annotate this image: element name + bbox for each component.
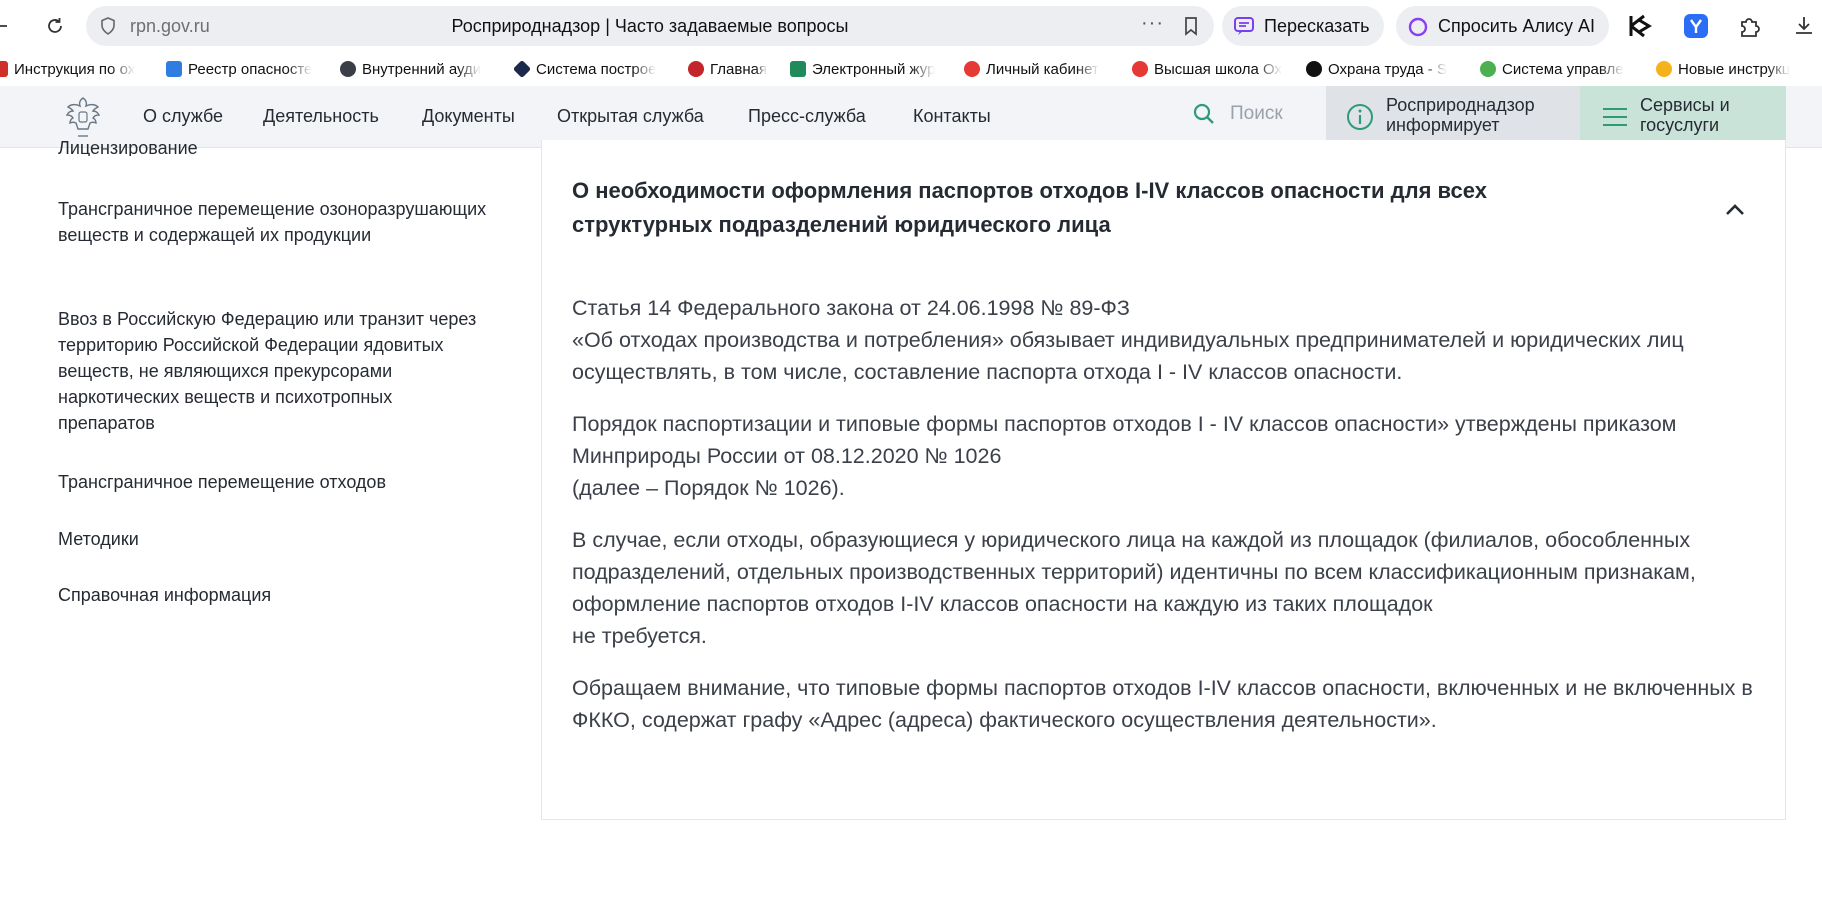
bookmark-item[interactable]: Инструкция по ох bbox=[0, 58, 152, 80]
bookmark-item[interactable]: Внутренний ауди bbox=[340, 58, 500, 80]
bookmark-item[interactable]: Система построе bbox=[514, 58, 674, 80]
faq-accordion-item: О необходимости оформления паспортов отх… bbox=[541, 140, 1786, 820]
bookmarks-bar: Инструкция по ох Реестр опасносте Внутре… bbox=[0, 52, 1822, 86]
bookmark-icon[interactable] bbox=[1180, 15, 1202, 37]
downloads-icon[interactable] bbox=[1790, 12, 1818, 40]
bookmark-item[interactable]: Высшая школа Ох bbox=[1132, 58, 1292, 80]
bookmark-item[interactable]: Система управле bbox=[1480, 58, 1640, 80]
retell-label: Пересказать bbox=[1264, 15, 1370, 36]
bookmark-favicon bbox=[790, 61, 806, 77]
sidebar-item-ozone[interactable]: Трансграничное перемещение озоноразрушаю… bbox=[58, 196, 488, 248]
answer-paragraph: В случае, если отходы, образующиеся у юр… bbox=[572, 528, 1696, 648]
menu-press-service[interactable]: Пресс-служба bbox=[748, 106, 866, 127]
bookmark-item[interactable]: Личный кабинет bbox=[964, 58, 1120, 80]
menu-open-service[interactable]: Открытая служба bbox=[557, 106, 704, 127]
bookmark-favicon bbox=[964, 61, 980, 77]
bookmark-favicon bbox=[0, 61, 8, 77]
bookmark-item[interactable]: Электронный жур bbox=[790, 58, 950, 80]
faq-answer: Статья 14 Федерального закона от 24.06.1… bbox=[572, 292, 1762, 756]
alice-icon bbox=[1408, 17, 1428, 37]
menu-about[interactable]: О службе bbox=[143, 106, 223, 127]
bookmark-favicon bbox=[1306, 61, 1322, 77]
bookmark-favicon bbox=[1480, 61, 1496, 77]
sidebar-item-methods[interactable]: Методики bbox=[58, 526, 488, 552]
services-button[interactable]: Сервисы и госуслуги bbox=[1580, 86, 1786, 148]
search-placeholder: Поиск bbox=[1230, 103, 1283, 124]
bookmark-item[interactable]: Охрана труда - S bbox=[1306, 58, 1462, 80]
shield-icon bbox=[101, 17, 115, 35]
sidebar-item-waste-transboundary[interactable]: Трансграничное перемещение отходов bbox=[58, 469, 488, 495]
bookmark-favicon bbox=[340, 61, 356, 77]
ask-alice-label: Спросить Алису AI bbox=[1438, 15, 1596, 36]
retell-icon bbox=[1234, 17, 1254, 35]
more-icon[interactable]: ··· bbox=[1141, 12, 1164, 35]
address-domain: rpn.gov.ru bbox=[130, 16, 210, 36]
menu-activity[interactable]: Деятельность bbox=[263, 106, 379, 127]
search-input[interactable]: Поиск bbox=[1192, 102, 1283, 126]
reload-button[interactable] bbox=[40, 10, 70, 42]
page-tab-title: Росприроднадзор | Часто задаваемые вопро… bbox=[451, 16, 849, 36]
retell-button[interactable]: Пересказать bbox=[1222, 6, 1384, 46]
bookmark-favicon bbox=[166, 61, 182, 77]
sidebar-item-reference[interactable]: Справочная информация bbox=[58, 582, 488, 608]
answer-paragraph: Обращаем внимание, что типовые формы пас… bbox=[572, 676, 1753, 732]
bookmark-item[interactable]: Новые инструкц bbox=[1656, 58, 1816, 80]
services-label: Сервисы и госуслуги bbox=[1640, 95, 1730, 135]
info-icon bbox=[1347, 104, 1373, 130]
bookmark-favicon bbox=[514, 59, 532, 79]
menu-contacts[interactable]: Контакты bbox=[913, 106, 991, 127]
ask-alice-button[interactable]: Спросить Алису AI bbox=[1396, 6, 1610, 46]
extensions-puzzle-icon[interactable] bbox=[1736, 12, 1764, 40]
sidebar-item-toxic-import[interactable]: Ввоз в Российскую Федерацию или транзит … bbox=[58, 306, 488, 436]
inform-label: Росприроднадзор информирует bbox=[1386, 95, 1535, 135]
browser-toolbar: rpn.gov.ru Росприроднадзор | Часто задав… bbox=[0, 0, 1822, 52]
search-icon bbox=[1193, 103, 1214, 124]
faq-question[interactable]: О необходимости оформления паспортов отх… bbox=[572, 174, 1572, 242]
answer-paragraph: Статья 14 Федерального закона от 24.06.1… bbox=[572, 296, 1684, 384]
bookmark-favicon bbox=[1656, 61, 1672, 77]
sidebar-item-licensing[interactable]: Лицензирование bbox=[58, 134, 488, 156]
chevron-up-icon[interactable] bbox=[1721, 196, 1749, 224]
inform-button[interactable]: Росприроднадзор информирует bbox=[1326, 86, 1580, 148]
menu-documents[interactable]: Документы bbox=[422, 106, 515, 127]
extension-k-icon[interactable] bbox=[1626, 12, 1654, 40]
bookmark-favicon bbox=[688, 61, 704, 77]
bookmark-item[interactable]: Реестр опасносте bbox=[166, 58, 326, 80]
back-button[interactable] bbox=[0, 10, 16, 42]
arrow-left-icon bbox=[0, 25, 7, 27]
address-bar[interactable]: rpn.gov.ru Росприроднадзор | Часто задав… bbox=[86, 6, 1214, 46]
bookmark-item[interactable]: Главная bbox=[688, 58, 776, 80]
bookmark-favicon bbox=[1132, 61, 1148, 77]
answer-paragraph: Порядок паспортизации и типовые формы па… bbox=[572, 412, 1677, 500]
extension-yandex-icon[interactable] bbox=[1682, 12, 1710, 40]
reload-icon bbox=[48, 18, 62, 33]
menu-icon bbox=[1603, 108, 1627, 126]
